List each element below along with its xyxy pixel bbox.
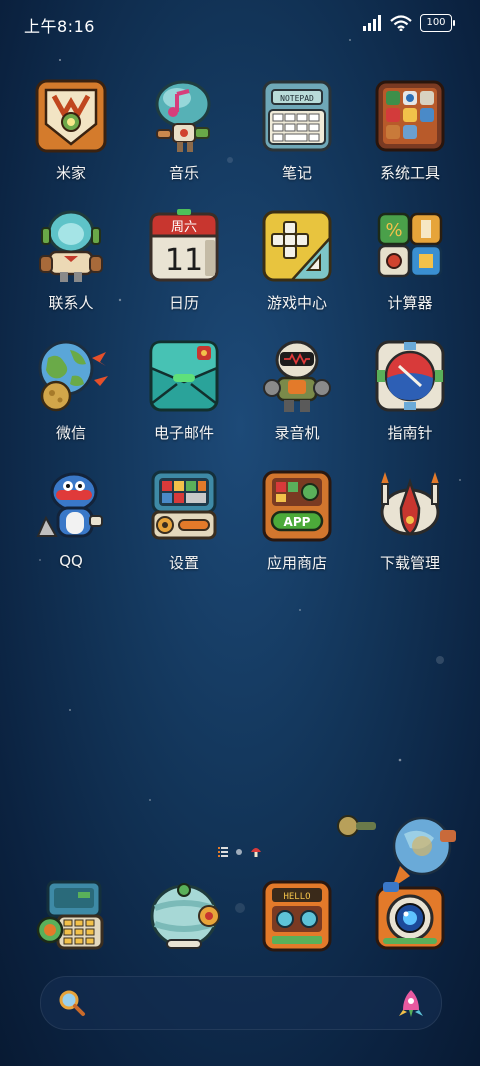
app-calendar[interactable]: 周六 11 日历 bbox=[129, 208, 239, 313]
notepad-icon: NOTEPAD bbox=[262, 80, 332, 152]
contacts-icon bbox=[39, 210, 103, 282]
page-dot bbox=[236, 849, 242, 855]
app-contacts[interactable]: 联系人 bbox=[16, 208, 126, 313]
app-label: 联系人 bbox=[48, 294, 94, 312]
browser-icon: HELLO bbox=[262, 880, 332, 952]
app-label: 系统工具 bbox=[379, 164, 440, 182]
dock-phone[interactable] bbox=[16, 878, 126, 954]
email-icon bbox=[149, 340, 219, 412]
svg-text:%: % bbox=[385, 220, 402, 241]
messages-icon bbox=[150, 883, 220, 949]
app-qq[interactable]: QQ bbox=[16, 468, 126, 570]
app-label: 下载管理 bbox=[379, 554, 440, 572]
wifi-icon bbox=[390, 15, 412, 31]
app-store-icon: APP bbox=[262, 470, 332, 542]
mushroom-icon bbox=[251, 848, 261, 857]
app-label: 设置 bbox=[168, 554, 199, 572]
app-label: QQ bbox=[59, 552, 83, 570]
app-store[interactable]: APP 应用商店 bbox=[242, 468, 352, 573]
dock: HELLO bbox=[0, 878, 480, 958]
settings-icon bbox=[151, 470, 217, 540]
app-label: 录音机 bbox=[274, 424, 320, 442]
app-label: 音乐 bbox=[168, 164, 199, 182]
calculator-icon: % bbox=[377, 212, 443, 278]
search-icon[interactable] bbox=[57, 988, 87, 1018]
app-music[interactable]: 音乐 bbox=[129, 78, 239, 183]
app-email[interactable]: 电子邮件 bbox=[129, 338, 239, 443]
page-indicator[interactable] bbox=[0, 846, 480, 858]
music-icon bbox=[155, 80, 211, 152]
app-recorder[interactable]: 录音机 bbox=[242, 338, 352, 443]
app-system-tools[interactable]: 系统工具 bbox=[355, 78, 465, 183]
camera-icon bbox=[375, 882, 445, 950]
app-compass[interactable]: 指南针 bbox=[355, 338, 465, 443]
battery-indicator: 100 bbox=[420, 14, 455, 32]
app-wechat[interactable]: 微信 bbox=[16, 338, 126, 443]
app-label: 指南针 bbox=[387, 424, 433, 442]
app-label: 计算器 bbox=[387, 294, 433, 312]
wechat-icon bbox=[38, 340, 108, 412]
app-label: 游戏中心 bbox=[266, 294, 327, 312]
dock-camera[interactable] bbox=[355, 878, 465, 954]
app-calculator[interactable]: % 计算器 bbox=[355, 208, 465, 313]
compass-icon bbox=[375, 340, 445, 412]
status-bar: 上午8:16 100 bbox=[0, 0, 480, 46]
game-center-icon bbox=[262, 210, 332, 282]
phone-icon bbox=[36, 880, 104, 950]
app-label: 微信 bbox=[55, 424, 86, 442]
mijia-icon bbox=[35, 79, 107, 153]
app-label: 米家 bbox=[55, 164, 86, 182]
browser-icon-text: HELLO bbox=[283, 892, 310, 902]
app-label: 应用商店 bbox=[266, 554, 327, 572]
status-time: 上午8:16 bbox=[24, 17, 95, 36]
list-view-icon bbox=[218, 847, 228, 857]
qq-icon bbox=[36, 472, 103, 538]
dock-messages[interactable] bbox=[129, 878, 239, 954]
app-settings[interactable]: 设置 bbox=[129, 468, 239, 573]
dock-browser[interactable]: HELLO bbox=[242, 878, 352, 954]
status-icons: 100 bbox=[362, 14, 455, 32]
calendar-icon: 周六 11 bbox=[149, 209, 219, 282]
search-bar[interactable] bbox=[40, 976, 442, 1030]
app-label: 日历 bbox=[168, 294, 199, 312]
system-tools-icon bbox=[375, 80, 445, 152]
download-manager-icon bbox=[380, 472, 440, 536]
notepad-icon-text: NOTEPAD bbox=[280, 94, 314, 103]
calendar-weekday: 周六 bbox=[171, 220, 197, 235]
app-mijia[interactable]: 米家 bbox=[16, 78, 126, 183]
app-store-icon-text: APP bbox=[284, 515, 311, 529]
app-download-manager[interactable]: 下载管理 bbox=[355, 468, 465, 573]
app-label: 电子邮件 bbox=[153, 424, 214, 442]
app-label: 笔记 bbox=[281, 164, 312, 182]
recorder-icon bbox=[263, 340, 331, 412]
app-game-center[interactable]: 游戏中心 bbox=[242, 208, 352, 313]
assistant-rocket-icon[interactable] bbox=[397, 988, 425, 1018]
signal-icon bbox=[363, 15, 381, 31]
calendar-day: 11 bbox=[165, 243, 203, 278]
app-notes[interactable]: NOTEPAD 笔记 bbox=[242, 78, 352, 183]
